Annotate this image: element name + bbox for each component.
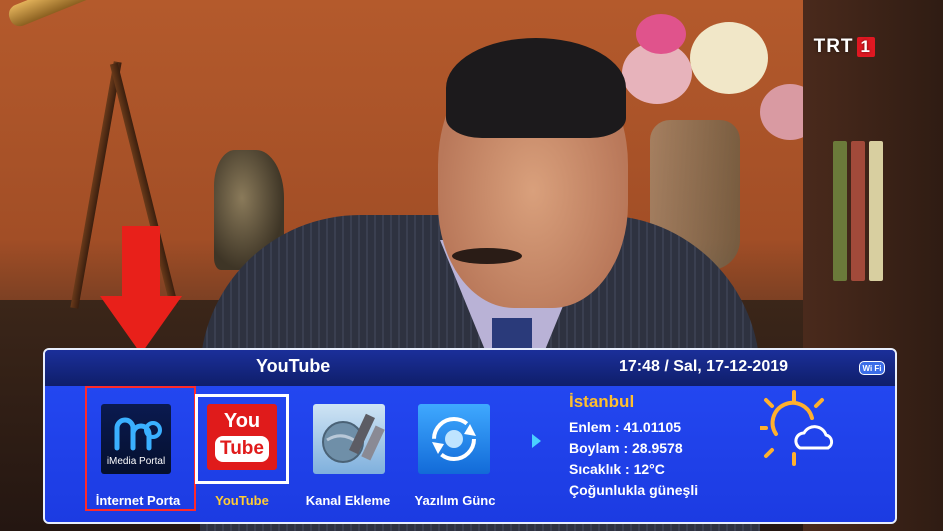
flower [690,22,768,94]
youtube-tube: Tube [215,436,269,462]
youtube-icon: You Tube [207,404,277,470]
weather-info: İstanbul Enlem : 41.01105 Boylam : 28.95… [569,392,698,503]
weather-latitude: Enlem : 41.01105 [569,419,682,435]
imedia-tile-text: iMedia Portal [106,456,166,467]
channel-logo: TRT 1 [814,36,875,58]
book [851,141,865,281]
book [869,141,883,281]
flower [636,14,686,54]
imedia-portal-icon: iMedia Portal [101,404,171,474]
partly-sunny-icon [760,390,834,466]
weather-condition: Çoğunlukla güneşli [569,482,699,498]
man-hair [446,38,626,138]
app-kanal-ekleme[interactable]: Kanal Ekleme [293,386,403,511]
telescope [5,0,209,30]
channel-logo-number: 1 [856,37,875,57]
channel-logo-name: TRT [813,36,854,57]
weather-longitude: Boylam : 28.9578 [569,440,683,456]
clock-date: 17:48 / Sal, 17-12-2019 [619,358,789,375]
panel-title: YouTube [256,356,331,376]
app-label: Yazılım Günc [414,493,496,508]
scroll-right-arrow-icon[interactable] [532,434,541,448]
satellite-icon [313,404,385,474]
panel-header: YouTube 17:48 / Sal, 17-12-2019 Wi Fi [45,350,895,387]
software-update-icon [418,404,490,474]
wifi-label: Wi Fi [862,363,882,373]
app-launcher-panel: YouTube 17:48 / Sal, 17-12-2019 Wi Fi iM… [43,348,897,524]
weather-temperature: Sıcaklık : 12°C [569,461,665,477]
youtube-you: You [223,410,261,432]
wifi-icon: Wi Fi [859,361,885,375]
red-down-arrow-icon [100,226,182,354]
app-yazilim-guncelleme[interactable]: Yazılım Günc [400,386,510,511]
app-youtube[interactable]: You Tube You Tube [187,386,297,511]
man-mustache [452,248,522,264]
book [833,141,847,281]
weather-city: İstanbul [569,392,635,411]
panel-body: iMedia Portal İnternet Porta You Tube Yo… [45,386,895,522]
